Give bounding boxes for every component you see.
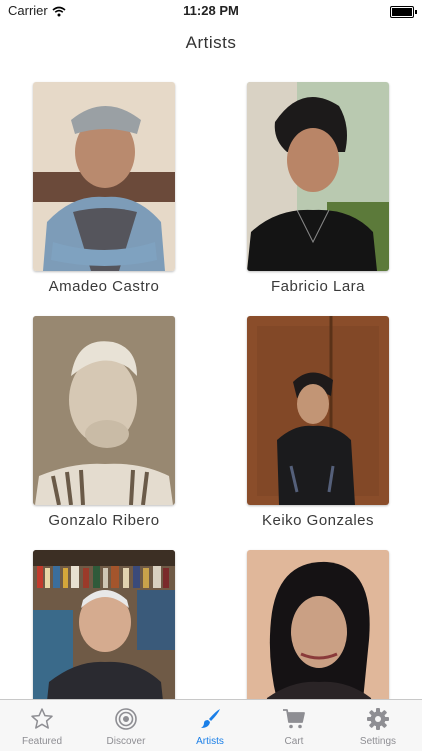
tab-discover[interactable]: Discover <box>84 700 168 751</box>
artist-photo[interactable] <box>247 316 389 505</box>
tab-label: Featured <box>21 736 63 747</box>
star-icon <box>30 707 54 731</box>
tab-label: Settings <box>359 736 397 747</box>
tab-featured[interactable]: Featured <box>0 700 84 751</box>
artist-photo[interactable] <box>33 316 175 505</box>
gear-icon <box>366 707 390 731</box>
cart-icon <box>282 707 306 731</box>
artist-photo[interactable] <box>247 82 389 271</box>
tab-settings[interactable]: Settings <box>336 700 420 751</box>
status-time: 11:28 PM <box>183 3 239 18</box>
tab-bar: Featured Discover Artists Cart Settings <box>0 699 422 751</box>
status-bar: Carrier 11:28 PM <box>0 0 422 22</box>
battery-icon <box>390 6 417 18</box>
tab-artists[interactable]: Artists <box>168 700 252 751</box>
tab-label: Discover <box>106 736 146 747</box>
brush-icon <box>198 707 222 731</box>
tab-label: Artists <box>196 736 224 747</box>
artist-photo[interactable] <box>33 82 175 271</box>
artist-name: Gonzalo Ribero <box>48 512 160 529</box>
tab-cart[interactable]: Cart <box>252 700 336 751</box>
target-icon <box>114 707 138 731</box>
artist-name: Fabricio Lara <box>270 278 366 295</box>
artist-name: Amadeo Castro <box>48 278 160 295</box>
artist-name: Keiko Gonzales <box>261 512 375 529</box>
page-title: Artists <box>185 33 237 52</box>
tab-label: Cart <box>284 736 304 747</box>
